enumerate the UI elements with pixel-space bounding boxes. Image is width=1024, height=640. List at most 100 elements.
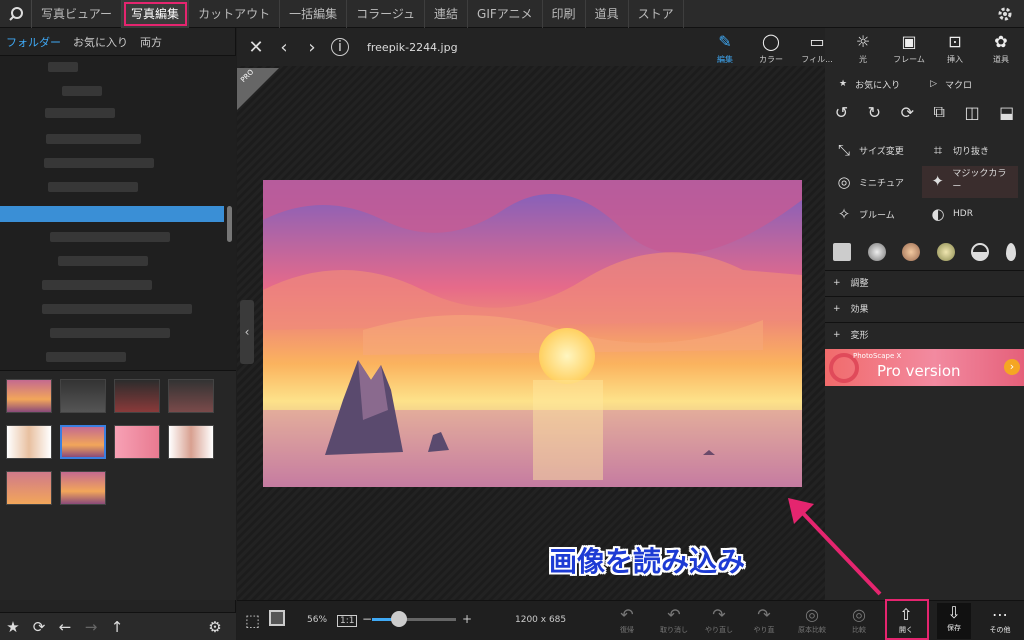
tab-tools[interactable]: 道具	[586, 0, 629, 28]
rotate-left-icon[interactable]: ↺	[835, 103, 848, 122]
zoom-out-icon[interactable]: −	[362, 612, 372, 626]
arrow-right-icon[interactable]: →	[78, 618, 104, 636]
tab-photo-edit[interactable]: 写真編集	[122, 0, 190, 28]
tool-tools[interactable]: ✿ 道具	[978, 28, 1024, 70]
revert-button[interactable]: ↶ 復帰	[610, 605, 644, 635]
folder-item[interactable]	[48, 182, 138, 192]
macro-play-icon[interactable]: ▷	[930, 79, 937, 89]
flip-vertical-icon[interactable]: ⬓	[999, 103, 1014, 122]
selected-folder[interactable]	[0, 206, 224, 222]
tab-store[interactable]: ストア	[629, 0, 684, 28]
favorites-star-icon[interactable]: ★	[839, 79, 847, 89]
folder-item[interactable]	[50, 328, 170, 338]
folder-item[interactable]	[42, 304, 192, 314]
thumb-settings-gear-icon[interactable]: ⚙	[202, 618, 228, 636]
thumbnail[interactable]	[114, 425, 160, 459]
straighten-icon[interactable]: ⧉	[934, 102, 945, 122]
list-icon[interactable]	[833, 243, 852, 261]
tab-gif[interactable]: GIFアニメ	[468, 0, 543, 28]
thumbnail[interactable]	[6, 379, 52, 413]
thumbnail[interactable]	[114, 379, 160, 413]
tree-scrollbar[interactable]	[227, 206, 232, 242]
accordion-effects[interactable]: + 効果	[825, 296, 1024, 320]
thumbnail[interactable]	[6, 425, 52, 459]
bloom-button[interactable]: ✧ ブルーム	[835, 205, 895, 223]
pro-version-banner[interactable]: PhotoScape X Pro version ›	[825, 349, 1024, 386]
tab-folders[interactable]: フォルダー	[0, 34, 67, 50]
filter-preset[interactable]	[902, 243, 921, 261]
next-icon[interactable]: ›	[303, 37, 321, 58]
filter-preset[interactable]	[936, 243, 955, 261]
settings-gear-icon[interactable]	[996, 5, 1014, 27]
tab-photo-viewer[interactable]: 写真ビュアー	[32, 0, 123, 28]
tool-edit[interactable]: ✎ 編集	[702, 28, 748, 70]
prev-icon[interactable]: ‹	[275, 37, 293, 58]
star-icon[interactable]: ★	[0, 618, 26, 636]
thumbnail[interactable]	[60, 471, 106, 505]
resize-button[interactable]: ⤡ サイズ変更	[835, 141, 904, 159]
refresh-icon[interactable]: ⟳	[26, 618, 52, 636]
compare-original-button[interactable]: ◎ 原本比較	[795, 605, 829, 635]
folder-item[interactable]	[42, 280, 152, 290]
undo-button[interactable]: ↶ 取り消し	[657, 605, 691, 635]
tab-print[interactable]: 印刷	[543, 0, 586, 28]
more-button[interactable]: ⋯ その他	[983, 605, 1017, 635]
thumbnail[interactable]	[6, 471, 52, 505]
tab-both[interactable]: 両方	[134, 34, 168, 50]
rotate-right-icon[interactable]: ↻	[868, 103, 881, 122]
zoom-slider[interactable]	[372, 611, 456, 627]
thumbnail[interactable]	[60, 379, 106, 413]
arrow-up-icon[interactable]: ↑	[104, 618, 130, 636]
info-icon[interactable]: i	[331, 38, 349, 56]
folder-tree[interactable]	[0, 56, 236, 382]
search-logo-icon[interactable]	[0, 0, 32, 28]
tool-film[interactable]: ▭ フィル...	[794, 28, 840, 70]
folder-item[interactable]	[46, 352, 126, 362]
close-icon[interactable]: ✕	[247, 37, 265, 58]
rotate-free-icon[interactable]: ⟳	[901, 103, 914, 122]
hdr-button[interactable]: ◐ HDR	[929, 205, 973, 223]
compare-button[interactable]: ◎ 比較	[842, 605, 876, 635]
save-button[interactable]: ⇩ 保存	[937, 603, 971, 639]
redo-button[interactable]: ↷ やり直し	[702, 605, 736, 635]
zoom-in-icon[interactable]: +	[462, 612, 472, 626]
folder-item[interactable]	[44, 158, 154, 168]
droplet-icon[interactable]	[1005, 243, 1016, 261]
folder-item[interactable]	[46, 134, 141, 144]
filter-preset[interactable]	[971, 243, 990, 261]
accordion-adjust[interactable]: + 調整	[825, 270, 1024, 294]
flip-horizontal-icon[interactable]: ◫	[964, 103, 979, 122]
favorites-button[interactable]: お気に入り	[855, 78, 900, 91]
thumbnail-selected[interactable]	[60, 425, 106, 459]
tab-combine[interactable]: 連結	[425, 0, 469, 28]
zoom-percent[interactable]: 56%	[307, 615, 327, 625]
tab-collage[interactable]: コラージュ	[347, 0, 426, 28]
thumbnail[interactable]	[168, 425, 214, 459]
tab-cutout[interactable]: カットアウト	[189, 0, 281, 28]
filter-preset[interactable]	[867, 243, 886, 261]
zoom-1to1-button[interactable]: 1:1	[337, 615, 358, 627]
arrow-left-icon[interactable]: ←	[52, 618, 78, 636]
miniature-button[interactable]: ◎ ミニチュア	[835, 173, 903, 191]
tool-frame[interactable]: ▣ フレーム	[886, 28, 932, 70]
folder-item[interactable]	[62, 86, 102, 96]
folder-item[interactable]	[58, 256, 148, 266]
tool-insert[interactable]: ⊡ 挿入	[932, 28, 978, 70]
tool-color[interactable]: ◯ カラー	[748, 28, 794, 70]
folder-item[interactable]	[50, 232, 170, 242]
tool-light[interactable]: ☼ 光	[840, 28, 886, 70]
magic-color-button[interactable]: ✦ マジックカラー	[929, 168, 1013, 194]
redo-all-button[interactable]: ↷ やり直	[747, 605, 781, 635]
tab-batch[interactable]: 一括編集	[280, 0, 348, 28]
folder-item[interactable]	[45, 108, 115, 118]
select-area-icon[interactable]: ⬚	[245, 611, 260, 630]
thumbnail[interactable]	[168, 379, 214, 413]
zoom-slider-knob[interactable]	[390, 611, 407, 627]
crop-button[interactable]: ⌗ 切り抜き	[929, 141, 989, 159]
compare-square-icon[interactable]	[269, 610, 285, 626]
accordion-transform[interactable]: + 変形	[825, 322, 1024, 346]
edited-photo[interactable]	[263, 180, 802, 487]
collapse-left-panel-button[interactable]: ‹	[240, 300, 254, 364]
folder-item[interactable]	[48, 62, 78, 72]
macro-button[interactable]: マクロ	[945, 78, 972, 91]
